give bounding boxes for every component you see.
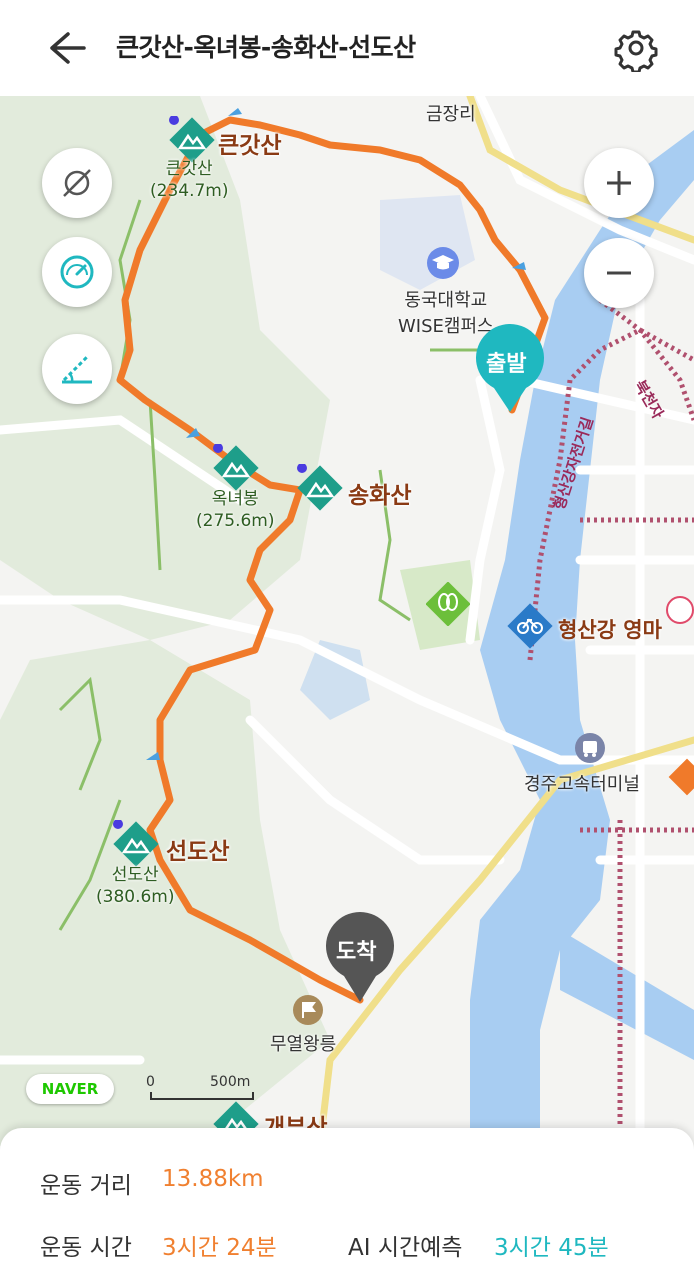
distance-label: 운동 거리 (40, 1173, 132, 1199)
minus-icon (607, 271, 631, 275)
peak-elevation: (234.7m) (150, 181, 229, 201)
mountain-icon (297, 463, 343, 511)
scale-zero: 0 (146, 1074, 155, 1090)
time-value: 3시간 24분 (162, 1235, 277, 1261)
peak-name-songhwasan: 송화산 (348, 483, 412, 509)
peak-elevation: (380.6m) (96, 887, 175, 907)
stats-panel: 운동 거리 13.88km 운동 시간 3시간 24분 AI 시간예측 3시간 … (0, 1128, 694, 1280)
time-label: 운동 시간 (40, 1235, 132, 1261)
end-pin[interactable]: 도착 (322, 912, 398, 1004)
zoom-out-button[interactable] (584, 238, 654, 308)
park-marker[interactable] (425, 581, 471, 630)
peak-name-keungatsan: 큰갓산 (218, 133, 282, 159)
peak-name-seondosan: 선도산 (166, 839, 230, 865)
bike-marker[interactable] (506, 602, 554, 654)
place-terminal: 경주고속터미널 (524, 774, 640, 795)
app-header: 큰갓산-옥녀봉-송화산-선도산 (0, 0, 694, 96)
elevation-button[interactable] (42, 334, 112, 404)
start-pin[interactable]: 출발 (472, 324, 548, 414)
bus-marker[interactable] (574, 732, 606, 768)
page-title: 큰갓산-옥녀봉-송화산-선도산 (116, 33, 416, 62)
slope-icon (62, 354, 92, 384)
peak-sub-seondosan: 선도산 (380.6m) (96, 864, 175, 908)
scale-line (150, 1092, 254, 1100)
mountain-icon (169, 115, 215, 163)
start-label: 출발 (486, 352, 527, 377)
end-label: 도착 (336, 940, 377, 965)
peak-elevation: (275.6m) (196, 511, 275, 531)
mountain-icon (213, 443, 259, 491)
scale-bar: 0 500m (146, 1074, 266, 1102)
map-view[interactable]: 큰갓산 큰갓산 (234.7m) 옥녀봉 (275.6m) 송화산 선도산 선도… (0, 96, 694, 1146)
ai-time-value: 3시간 45분 (494, 1235, 609, 1261)
hospital-icon (666, 596, 694, 624)
back-arrow-icon (50, 32, 86, 64)
peak-subname: 선도산 (111, 865, 159, 885)
scale-distance: 500m (210, 1074, 251, 1090)
flag-icon (293, 995, 323, 1025)
graduation-cap-icon (427, 247, 459, 279)
peak-sub-oknyeobong: 옥녀봉 (275.6m) (196, 488, 275, 532)
mountain-icon (113, 819, 159, 867)
ai-time-label: AI 시간예측 (348, 1235, 463, 1261)
diamond-poi-icon (668, 758, 694, 796)
naver-logo: NAVER (26, 1074, 114, 1104)
peak-sub-keungatsan: 큰갓산 (234.7m) (150, 158, 229, 202)
poi-marker[interactable] (668, 758, 694, 802)
zoom-in-button[interactable] (584, 148, 654, 218)
bicycle-icon (507, 603, 553, 649)
peak-subname: 옥녀봉 (211, 489, 259, 509)
peak-marker-songhwasan[interactable] (296, 463, 344, 516)
tomb-marker[interactable] (292, 994, 324, 1030)
compass-off-button[interactable] (42, 148, 112, 218)
bus-icon (575, 733, 605, 763)
distance-value: 13.88km (162, 1166, 264, 1192)
tree-icon (425, 581, 471, 627)
speed-button[interactable] (42, 237, 112, 307)
university-name: 동국대학교 (404, 290, 488, 311)
peak-subname: 큰갓산 (165, 159, 213, 179)
compass-off-icon (63, 169, 91, 197)
plus-icon (607, 171, 631, 195)
place-tomb: 무열왕릉 (270, 1034, 337, 1055)
speedometer-icon (60, 255, 94, 289)
settings-button[interactable] (612, 24, 660, 74)
place-geumjangri: 금장리 (426, 104, 476, 125)
place-river-park: 형산강 영마 (558, 618, 662, 642)
back-button[interactable] (40, 26, 88, 70)
gear-icon (614, 30, 658, 74)
school-marker[interactable] (426, 246, 460, 284)
